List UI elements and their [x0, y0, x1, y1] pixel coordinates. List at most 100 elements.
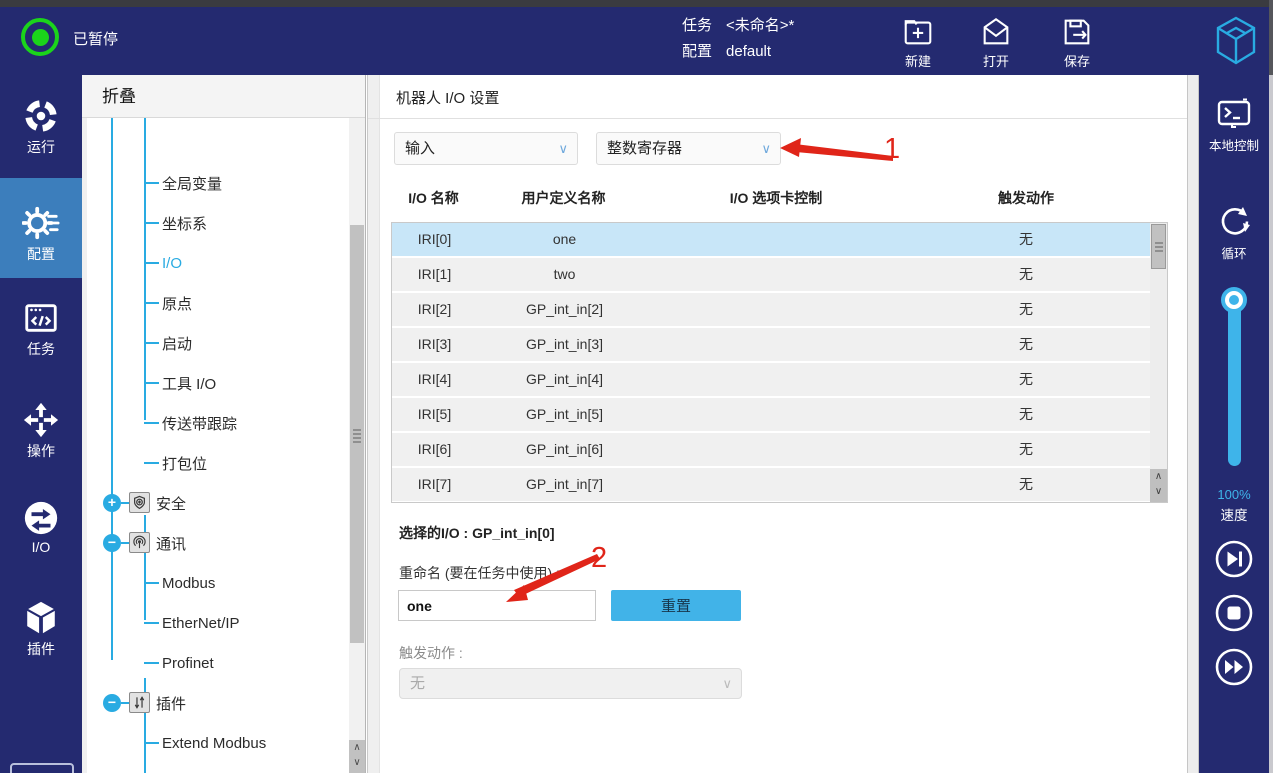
- main-gutter: [368, 75, 380, 773]
- shield-icon: [129, 492, 150, 513]
- column-header: 触发动作: [901, 185, 1151, 211]
- terminal-icon: [1199, 95, 1269, 131]
- window-top-strip: [0, 0, 1273, 7]
- io-table-header: I/O 名称用户定义名称I/O 选项卡控制触发动作: [391, 185, 1151, 211]
- tree-scrollbar[interactable]: ∧∨: [349, 118, 365, 773]
- chevron-down-icon: ∨: [761, 133, 771, 164]
- tree-expander-minus-icon[interactable]: −: [103, 534, 121, 552]
- run-icon: [0, 97, 82, 135]
- main-panel: 机器人 I/O 设置 输入 ∨ 整数寄存器 ∨ I/O 名称用户定义名称I/O …: [367, 75, 1187, 773]
- right-sidebar: 本地控制 循环 100% 速度: [1199, 75, 1269, 773]
- tree-expander-plus-icon[interactable]: +: [103, 494, 121, 512]
- speed-slider-track[interactable]: [1228, 300, 1241, 466]
- io-table-row[interactable]: IRI[7] GP_int_in[7] 无: [392, 468, 1150, 501]
- register-type-dropdown[interactable]: 整数寄存器 ∨: [596, 132, 781, 165]
- rename-label: 重命名 (要在任务中使用) :: [399, 563, 560, 583]
- tree-body: 全局变量坐标系 I/O 原点启动工具 I/O 传送带跟踪打包位 + 安全 − 通讯 Modb…: [82, 118, 349, 773]
- tree-item-global-vars[interactable]: 全局变量: [82, 170, 349, 196]
- tree-item-plugins[interactable]: − 插件: [82, 690, 349, 716]
- window-edge: [1269, 0, 1273, 75]
- tree-item-extend-modbus[interactable]: Extend Modbus: [82, 730, 349, 756]
- sidebar-item-jog[interactable]: 操作: [0, 397, 82, 461]
- topbar-actions: 新建 打开 保存: [0, 7, 1273, 75]
- trigger-action-dropdown[interactable]: 无 ∨: [399, 668, 742, 699]
- table-scrollbar-thumb[interactable]: [1151, 224, 1166, 269]
- step-play-button[interactable]: [1214, 539, 1254, 579]
- jog-icon: [0, 401, 82, 439]
- column-header: I/O 名称: [391, 185, 476, 211]
- loop-button[interactable]: 循环: [1199, 203, 1269, 262]
- new-file-icon: [889, 15, 947, 49]
- chevron-down-icon: ∨: [722, 669, 732, 698]
- brand-logo-icon: [1212, 13, 1260, 69]
- sidebar-bottom-button[interactable]: [10, 763, 74, 773]
- task-icon: [0, 299, 82, 337]
- io-icon: [0, 499, 82, 537]
- sidebar-item-config[interactable]: 配置: [0, 178, 82, 278]
- table-scrollbar[interactable]: ∧∨: [1150, 223, 1167, 502]
- new-button[interactable]: 新建: [889, 15, 947, 70]
- tree-item-ethernet-ip[interactable]: EtherNet/IP: [82, 610, 349, 636]
- tree-item-security[interactable]: + 安全: [82, 490, 349, 516]
- divider: [368, 118, 1187, 119]
- io-table-row[interactable]: IRI[3] GP_int_in[3] 无: [392, 328, 1150, 361]
- right-gutter: [1187, 75, 1199, 773]
- io-table-body: IRI[0] one 无IRI[1] two 无IRI[2] GP_int_in…: [392, 223, 1167, 501]
- io-table-row[interactable]: IRI[1] two 无: [392, 258, 1150, 291]
- selected-io-text: 选择的I/O : GP_int_in[0]: [399, 523, 555, 543]
- reset-button[interactable]: 重置: [611, 590, 741, 621]
- io-type-dropdown[interactable]: 输入 ∨: [394, 132, 578, 165]
- local-control-button[interactable]: 本地控制: [1199, 95, 1269, 154]
- page-title: 机器人 I/O 设置: [396, 87, 499, 108]
- sidebar-item-task[interactable]: 任务: [0, 295, 82, 359]
- window-edge: [1269, 75, 1273, 773]
- io-table-row[interactable]: IRI[0] one 无: [392, 223, 1150, 256]
- open-icon: [967, 15, 1025, 49]
- speed-label: 速度: [1199, 504, 1269, 524]
- chevron-down-icon: ∨: [558, 133, 568, 164]
- io-table: IRI[0] one 无IRI[1] two 无IRI[2] GP_int_in…: [391, 222, 1168, 503]
- io-table-row[interactable]: IRI[2] GP_int_in[2] 无: [392, 293, 1150, 326]
- tree-item-comm[interactable]: − 通讯: [82, 530, 349, 556]
- tree-item-tool-io[interactable]: 工具 I/O: [82, 370, 349, 396]
- trigger-action-label: 触发动作 :: [399, 643, 463, 663]
- speed-slider-handle[interactable]: [1221, 287, 1247, 313]
- sidebar-item-run[interactable]: 运行: [0, 93, 82, 157]
- fast-forward-button[interactable]: [1214, 647, 1254, 687]
- table-scrollbar-arrows[interactable]: ∧∨: [1150, 469, 1167, 502]
- config-tree-panel: 折叠 全局变量坐标系 I/O 原点启动工具 I/O 传送带跟踪打包位 + 安全 − 通讯 M…: [82, 75, 366, 773]
- save-icon: [1048, 15, 1106, 49]
- loop-icon: [1199, 203, 1269, 239]
- tree-item-startup[interactable]: 启动: [82, 330, 349, 356]
- settings-icon: [0, 204, 82, 242]
- tree-expander-minus-icon[interactable]: −: [103, 694, 121, 712]
- save-button[interactable]: 保存: [1048, 15, 1106, 70]
- plugin-icon: [0, 599, 82, 637]
- rename-input[interactable]: [398, 590, 596, 621]
- tree-scrollbar-thumb[interactable]: [350, 225, 364, 643]
- column-header: I/O 选项卡控制: [651, 185, 901, 211]
- sidebar-item-io[interactable]: I/O: [0, 495, 82, 555]
- sliders-icon: [129, 692, 150, 713]
- left-sidebar: 运行 配置 任务 操作 I/O 插件: [0, 75, 82, 773]
- tree-item-coord-sys[interactable]: 坐标系: [82, 210, 349, 236]
- tree-scrollbar-arrows[interactable]: ∧∨: [349, 740, 365, 773]
- stop-button[interactable]: [1214, 593, 1254, 633]
- tree-item-conveyor[interactable]: 传送带跟踪: [82, 410, 349, 436]
- tree-item-home[interactable]: 原点: [82, 290, 349, 316]
- io-table-row[interactable]: IRI[4] GP_int_in[4] 无: [392, 363, 1150, 396]
- tree-item-profinet[interactable]: Profinet: [82, 650, 349, 676]
- sidebar-item-plugin[interactable]: 插件: [0, 595, 82, 659]
- antenna-icon: [129, 532, 150, 553]
- speed-percent: 100%: [1199, 487, 1269, 502]
- tree-item-pallet[interactable]: 打包位: [82, 450, 349, 476]
- topbar: 已暂停 任务 <未命名>* 配置 default 新建 打开 保存: [0, 7, 1273, 75]
- tree-item-io[interactable]: I/O: [82, 250, 349, 276]
- io-table-row[interactable]: IRI[5] GP_int_in[5] 无: [392, 398, 1150, 431]
- open-button[interactable]: 打开: [967, 15, 1025, 70]
- io-table-row[interactable]: IRI[6] GP_int_in[6] 无: [392, 433, 1150, 466]
- tree-item-modbus[interactable]: Modbus: [82, 570, 349, 596]
- app-window: 已暂停 任务 <未命名>* 配置 default 新建 打开 保存: [0, 0, 1273, 773]
- column-header: 用户定义名称: [476, 185, 651, 211]
- collapse-tree-button[interactable]: 折叠: [82, 75, 365, 118]
